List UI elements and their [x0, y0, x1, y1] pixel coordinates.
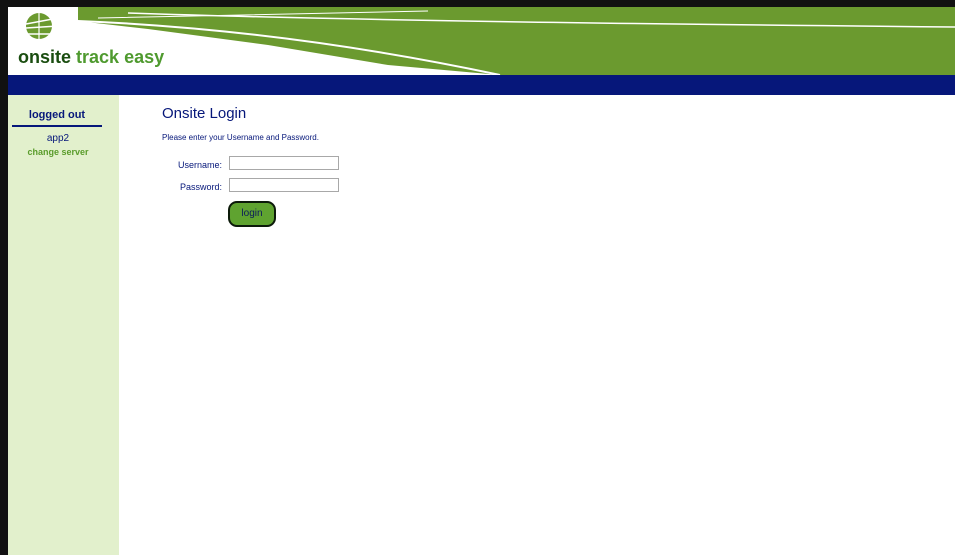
brand-name-part2: track easy — [76, 47, 165, 67]
app-window: onsite track easy logged out app2 change… — [0, 0, 955, 555]
username-input[interactable] — [229, 156, 339, 170]
page-title: Onsite Login — [162, 105, 247, 122]
logo-mark-icon — [25, 13, 59, 39]
change-server-link[interactable]: change server — [8, 147, 108, 157]
brand-logo: onsite track easy — [18, 47, 164, 68]
server-name: app2 — [46, 133, 70, 144]
login-panel: Onsite Login Please enter your Username … — [162, 105, 339, 227]
top-nav-bar — [8, 75, 955, 95]
brand-name-part1: onsite — [18, 47, 72, 67]
login-button[interactable]: login — [228, 201, 276, 227]
username-label: Username: — [177, 160, 222, 170]
sidebar: logged out app2 change server — [8, 95, 119, 555]
login-instructions: Please enter your Username and Password. — [162, 133, 319, 142]
password-label: Password: — [179, 182, 222, 192]
login-status: logged out — [12, 109, 102, 127]
header: onsite track easy — [8, 7, 955, 75]
password-input[interactable] — [229, 178, 339, 192]
